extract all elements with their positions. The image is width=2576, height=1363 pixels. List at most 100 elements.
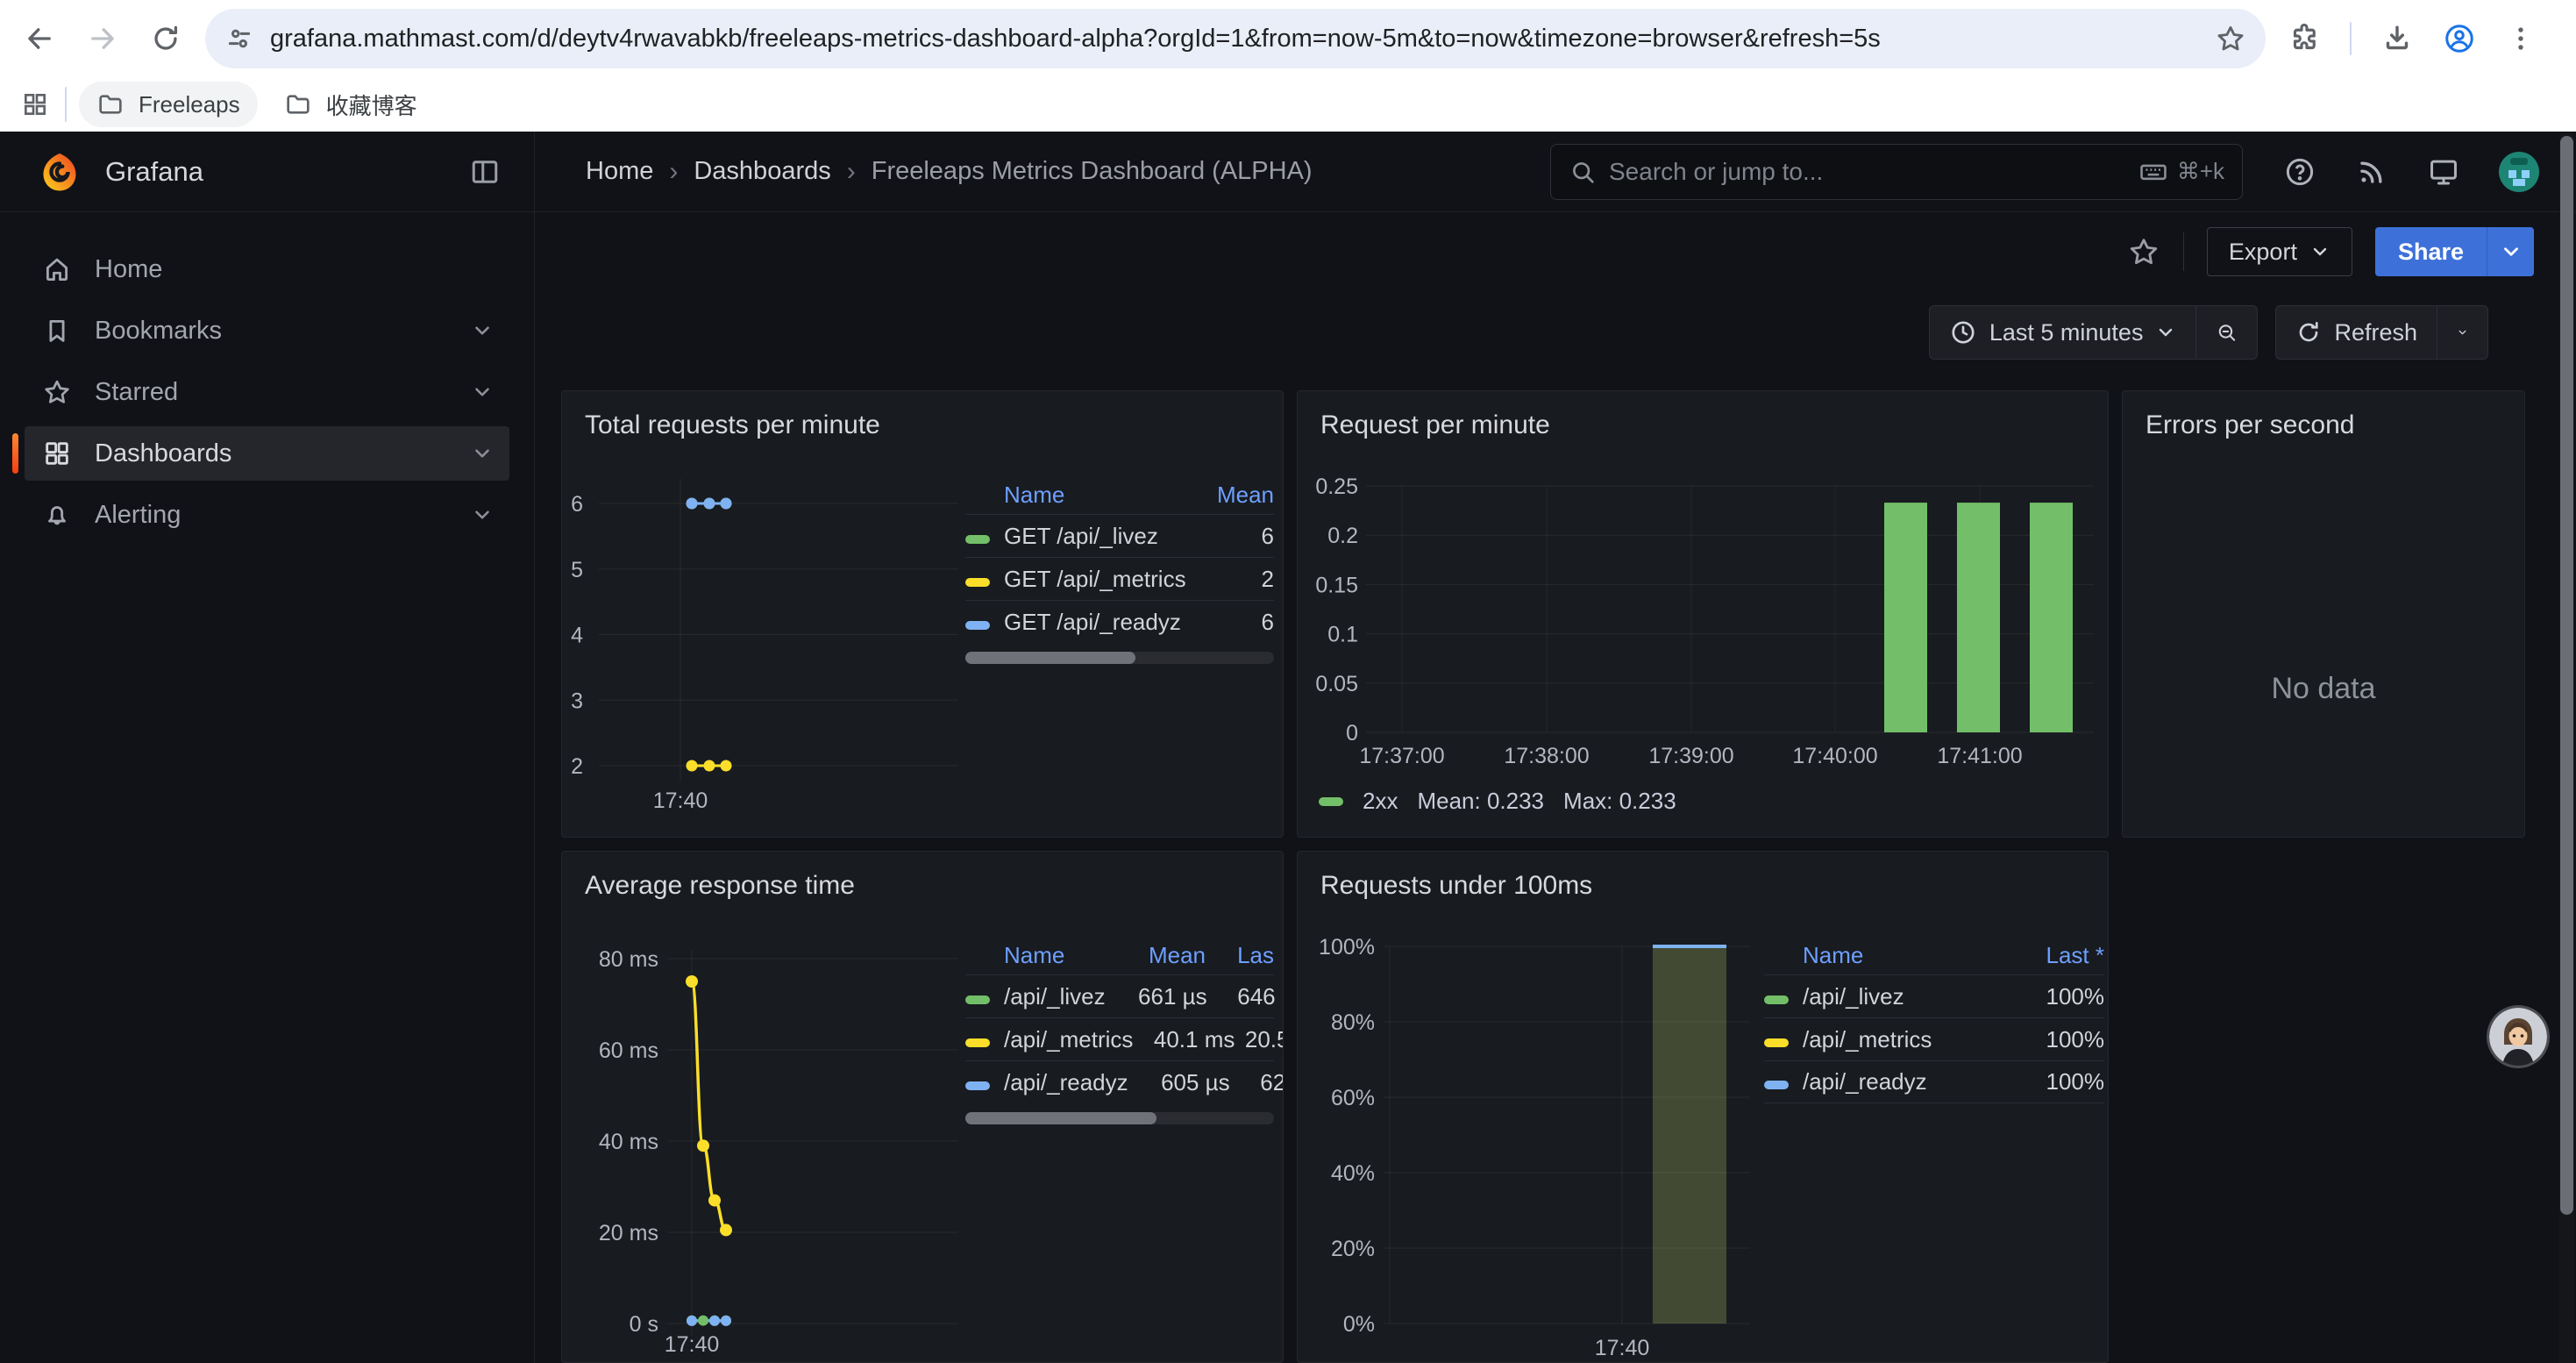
legend-row[interactable]: GET /api/_readyz 6 — [965, 600, 1274, 643]
panel-title[interactable]: Average response time — [562, 852, 1283, 901]
svg-text:40 ms: 40 ms — [599, 1130, 658, 1154]
breadcrumb-home[interactable]: Home — [586, 157, 653, 186]
bookmark-folder-freeleaps[interactable]: Freeleaps — [79, 82, 258, 127]
svg-text:5: 5 — [571, 558, 583, 582]
monitor-kiosk-icon[interactable] — [2427, 155, 2460, 189]
panel-title[interactable]: Total requests per minute — [562, 391, 1283, 440]
search-input[interactable] — [1609, 158, 2126, 186]
search-box[interactable]: ⌘+k — [1550, 144, 2243, 200]
legend-row[interactable]: /api/_readyz 605 µs 620 — [965, 1060, 1274, 1103]
grafana-logo[interactable] — [39, 151, 81, 193]
legend-row[interactable]: GET /api/_metrics 2 — [965, 557, 1274, 600]
legend-scrollbar[interactable] — [965, 1112, 1274, 1124]
sidebar-item-bookmarks[interactable]: Bookmarks — [25, 303, 509, 358]
export-button[interactable]: Export — [2207, 227, 2352, 276]
sidebar-item-home[interactable]: Home — [25, 242, 509, 296]
chevron-down-icon — [471, 503, 494, 526]
panel-requests-under-100ms: Requests under 100ms 100%80%60%40%20%0%1… — [1297, 851, 2109, 1363]
profile-icon[interactable] — [2443, 22, 2476, 55]
legend-scrollbar[interactable] — [965, 652, 1274, 664]
chevron-down-icon — [471, 442, 494, 465]
chevron-down-icon — [2457, 322, 2468, 343]
refresh-label: Refresh — [2334, 319, 2417, 346]
download-icon[interactable] — [2381, 23, 2413, 54]
legend-col-name[interactable]: Name — [1004, 482, 1213, 509]
breadcrumb: Home › Dashboards › Freeleaps Metrics Da… — [586, 157, 1313, 187]
panel-request-per-minute: Request per minute 0.250.20.150.10.05017… — [1297, 390, 2109, 838]
series-color — [1764, 995, 1789, 1004]
panel-title[interactable]: Request per minute — [1298, 391, 2108, 440]
sidebar-item-label: Alerting — [95, 501, 181, 530]
dashboard-subheader: Export Share — [535, 212, 2576, 291]
keyboard-icon — [2138, 157, 2168, 187]
svg-text:0 s: 0 s — [630, 1312, 658, 1337]
legend-col-name[interactable]: Name — [1803, 942, 1999, 969]
subheader-divider — [2183, 232, 2184, 271]
svg-text:4: 4 — [571, 624, 583, 648]
legend-row[interactable]: /api/_livez 661 µs 646 — [965, 974, 1274, 1017]
legend-row[interactable]: /api/_metrics 40.1 ms 20.5 r — [965, 1017, 1274, 1060]
bookmark-star-icon[interactable] — [2215, 23, 2246, 54]
help-icon[interactable] — [2283, 155, 2316, 189]
forward-icon[interactable] — [77, 13, 128, 64]
back-icon[interactable] — [14, 13, 65, 64]
panel-title[interactable]: Errors per second — [2123, 391, 2524, 440]
extensions-icon[interactable] — [2288, 23, 2320, 54]
dashboards-icon — [42, 439, 72, 468]
sidebar-item-label: Starred — [95, 378, 178, 407]
time-range-picker[interactable]: Last 5 minutes — [1930, 306, 2196, 359]
svg-text:0.2: 0.2 — [1327, 524, 1358, 548]
news-rss-icon[interactable] — [2355, 155, 2388, 189]
series-color — [1764, 1038, 1789, 1047]
scrollbar-thumb[interactable] — [2560, 136, 2573, 1215]
request-per-minute-chart[interactable]: 0.250.20.150.10.05017:37:0017:38:0017:39… — [1310, 472, 2099, 784]
legend-col-name[interactable]: Name — [1004, 942, 1104, 969]
zoom-out-button[interactable] — [2195, 306, 2257, 359]
panel-title[interactable]: Requests under 100ms — [1298, 852, 2108, 901]
sidebar-item-starred[interactable]: Starred — [25, 365, 509, 419]
brand-name: Grafana — [105, 156, 203, 188]
apps-grid-icon[interactable] — [21, 90, 49, 118]
url-text[interactable]: grafana.mathmast.com/d/deytv4rwavabkb/fr… — [270, 25, 2215, 54]
sidebar-toggle-icon[interactable] — [469, 156, 501, 188]
panel-errors-per-second: Errors per second No data — [2122, 390, 2525, 838]
svg-text:100%: 100% — [1319, 935, 1375, 960]
sidebar-item-alerting[interactable]: Alerting — [25, 488, 509, 542]
user-avatar[interactable] — [2499, 152, 2539, 192]
legend-col-last[interactable]: Last * — [1999, 942, 2104, 969]
legend-col-mean[interactable]: Mean — [1104, 942, 1206, 969]
share-menu-button[interactable] — [2487, 227, 2534, 276]
svg-text:0%: 0% — [1343, 1312, 1375, 1337]
assistant-avatar[interactable] — [2489, 1008, 2547, 1066]
share-button[interactable]: Share — [2375, 227, 2487, 276]
legend-mean: Mean: 0.233 — [1417, 788, 1544, 815]
favorite-star-icon[interactable] — [2127, 235, 2160, 268]
svg-text:17:40: 17:40 — [653, 789, 708, 813]
legend-row[interactable]: /api/_metrics 100% — [1764, 1017, 2104, 1060]
page-scrollbar[interactable] — [2559, 133, 2574, 1363]
legend-col-last[interactable]: Las — [1206, 942, 1274, 969]
requests-under-100ms-chart[interactable]: 100%80%60%40%20%0%17:40 — [1310, 932, 1766, 1363]
bookmark-folder-blogs[interactable]: 收藏博客 — [267, 82, 435, 127]
chevron-down-icon — [471, 381, 494, 403]
refresh-button[interactable]: Refresh — [2276, 306, 2437, 359]
dashboard-grid: Total requests per minute 6543217:40 Nam… — [535, 374, 2576, 1363]
svg-text:17:41:00: 17:41:00 — [1937, 744, 2022, 768]
series-color — [965, 535, 990, 544]
legend-row[interactable]: GET /api/_livez 6 — [965, 514, 1274, 557]
legend-row[interactable]: /api/_livez 100% — [1764, 974, 2104, 1017]
total-requests-chart[interactable]: 6543217:40 — [567, 472, 988, 819]
panel-legend[interactable]: 2xx Mean: 0.233 Max: 0.233 — [1319, 788, 1676, 815]
series-color — [965, 621, 990, 630]
svg-text:0.25: 0.25 — [1315, 475, 1358, 499]
menu-kebab-icon[interactable] — [2506, 24, 2536, 54]
site-settings-icon[interactable] — [224, 24, 254, 54]
average-response-time-chart[interactable]: 80 ms60 ms40 ms20 ms0 s17:40 — [567, 932, 988, 1363]
legend-row[interactable]: /api/_readyz 100% — [1764, 1060, 2104, 1103]
legend-col-mean[interactable]: Mean — [1213, 482, 1274, 509]
url-bar[interactable]: grafana.mathmast.com/d/deytv4rwavabkb/fr… — [205, 9, 2266, 68]
refresh-interval-button[interactable] — [2437, 306, 2487, 359]
sidebar-item-dashboards[interactable]: Dashboards — [25, 426, 509, 481]
reload-icon[interactable] — [140, 13, 191, 64]
breadcrumb-dashboards[interactable]: Dashboards — [694, 157, 830, 186]
